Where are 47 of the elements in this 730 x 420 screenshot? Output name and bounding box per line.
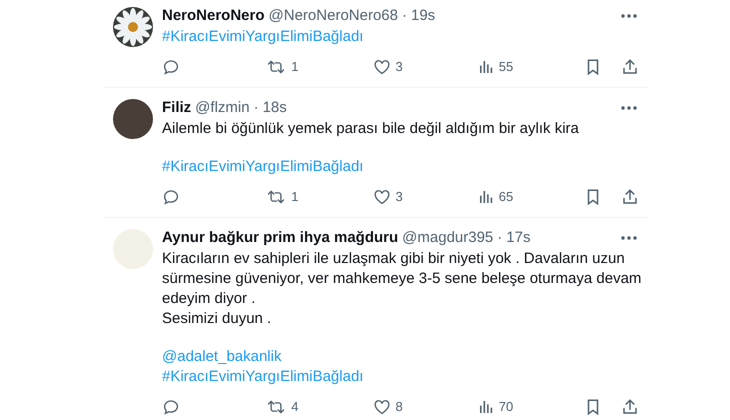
post-text: Sesimizi duyun . [162, 309, 272, 329]
retweet-count: 1 [291, 188, 299, 206]
separator-dot: · [497, 228, 502, 248]
separator-dot: · [254, 98, 259, 118]
view-count: 70 [498, 398, 514, 416]
flower-avatar[interactable] [113, 7, 153, 47]
retweet-icon[interactable] [266, 58, 286, 76]
share-icon[interactable] [621, 188, 639, 206]
reply-icon[interactable] [162, 188, 180, 206]
bookmark-icon[interactable] [585, 398, 601, 416]
share-icon[interactable] [621, 398, 639, 416]
separator-dot: · [402, 6, 407, 26]
like-count: 3 [396, 188, 403, 206]
reply-icon[interactable] [162, 398, 180, 416]
like-count: 3 [396, 58, 403, 76]
user-name[interactable]: Aynur bağkur prim ihya mağduru [162, 226, 398, 250]
retweet-icon[interactable] [266, 188, 286, 206]
photo-placeholder[interactable] [113, 99, 153, 139]
views-icon[interactable] [478, 399, 494, 415]
views-icon[interactable] [478, 189, 494, 205]
post-time[interactable]: 17s [506, 226, 530, 250]
bookmark-icon[interactable] [585, 58, 601, 76]
retweet-count: 4 [291, 398, 299, 416]
user-name[interactable]: NeroNeroNero [162, 4, 265, 28]
view-count: 65 [498, 188, 514, 206]
bookmark-icon[interactable] [585, 188, 601, 206]
heart-icon[interactable] [372, 398, 391, 416]
heart-icon[interactable] [372, 188, 391, 206]
user-handle[interactable]: @flzmin [195, 96, 250, 120]
retweet-count: 1 [291, 58, 299, 76]
heart-icon[interactable] [372, 58, 391, 76]
more-icon[interactable] [621, 106, 637, 110]
post-text: Kiracıların ev sahipleri ile uzlaşmak gibi bir niyeti yok . Davaların uzun sürmesine güveniyor, ver mahkemeye 3-5 sene beleşe oturmaya devam edeyim diyor . [162, 249, 642, 309]
post-time[interactable]: 18s [262, 96, 287, 120]
views-icon[interactable] [478, 59, 494, 75]
reply-icon[interactable] [162, 58, 180, 76]
post-time[interactable]: 19s [410, 4, 436, 28]
share-icon[interactable] [621, 58, 639, 76]
user-handle[interactable]: @magdur395 [402, 226, 494, 250]
more-icon[interactable] [621, 14, 637, 18]
user-handle[interactable]: @NeroNeroNero68 [268, 4, 398, 28]
more-icon[interactable] [621, 236, 637, 240]
view-count: 55 [498, 58, 514, 76]
user-name[interactable]: Filiz [162, 96, 192, 120]
post-text: Ailemle bi öğünlük yemek parası bile değil aldığım bir aylık kira [162, 119, 580, 139]
like-count: 8 [396, 398, 403, 416]
retweet-icon[interactable] [266, 398, 286, 416]
